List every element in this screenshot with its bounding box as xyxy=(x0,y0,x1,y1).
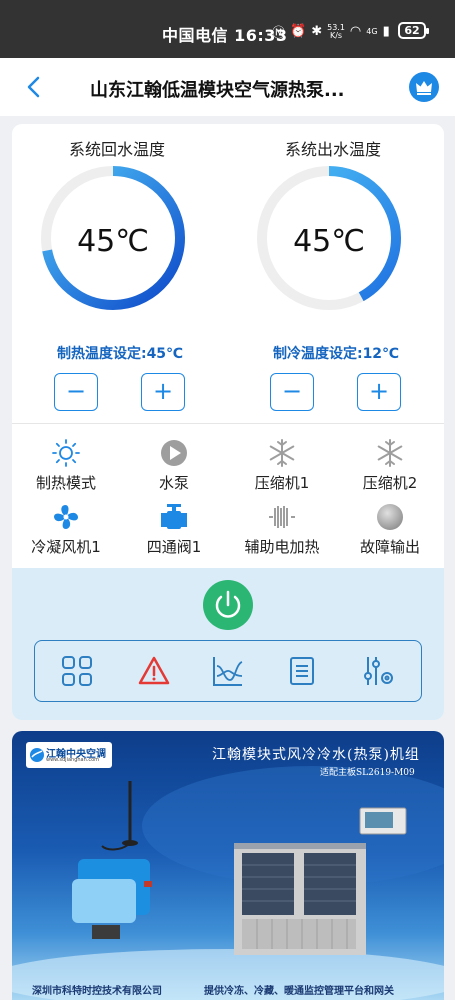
status-heating-mode: 制热模式 xyxy=(12,438,120,493)
status-pump: 水泵 xyxy=(120,438,228,493)
status-label: 压缩机1 xyxy=(254,474,310,492)
snowflake-icon xyxy=(269,439,295,467)
heating-setpoint: 制热温度设定:45℃ xyxy=(56,346,184,362)
tool-grid-button[interactable] xyxy=(60,654,94,688)
grid-icon xyxy=(62,656,92,686)
net-speed: 53.1 K/s xyxy=(327,23,345,40)
status-label: 冷凝风机1 xyxy=(31,538,101,556)
curve-chart-icon xyxy=(213,657,243,686)
snowflake-icon xyxy=(377,439,403,467)
cooling-decrease-button[interactable]: − xyxy=(270,373,314,411)
page-title: 山东江翰低温模块空气源热泵... xyxy=(90,80,345,101)
crown-icon xyxy=(416,81,432,95)
status-label: 辅助电加热 xyxy=(244,538,320,556)
nav-bar: 山东江翰低温模块空气源热泵... xyxy=(0,58,455,116)
signal-icon: ▮ xyxy=(382,24,390,39)
status-label: 故障输出 xyxy=(359,538,420,556)
battery-icon: 62 xyxy=(398,22,429,39)
tool-curve-button[interactable] xyxy=(211,654,245,688)
divider xyxy=(12,423,444,424)
valve-icon xyxy=(161,504,187,529)
power-icon xyxy=(215,590,241,618)
banner-subheading: 适配主板SL2619-M09 xyxy=(320,768,415,778)
back-button[interactable] xyxy=(22,74,46,100)
supply-water-value: 45℃ xyxy=(293,224,365,259)
signal-label: 4G xyxy=(366,27,378,36)
status-label: 水泵 xyxy=(158,474,189,492)
sun-icon xyxy=(52,439,80,467)
status-label: 四通阀1 xyxy=(146,538,202,556)
heater-icon xyxy=(269,506,295,528)
status-fault-output: 故障输出 xyxy=(336,502,444,557)
settings-sliders-icon xyxy=(364,657,393,685)
vip-button[interactable] xyxy=(409,72,439,102)
net-speed-unit: K/s xyxy=(329,30,343,40)
alarm-icon: ⏰ xyxy=(290,24,307,39)
cooling-setpoint: 制冷温度设定:12℃ xyxy=(272,346,400,362)
list-icon xyxy=(290,657,314,685)
nfc-icon: Ⓝ xyxy=(272,26,286,41)
banner-heading: 江翰模块式风冷冷水(热泵)机组 xyxy=(212,747,420,763)
banner-footer-service: 提供冷冻、冷藏、暖通监控管理平台和网关 xyxy=(204,986,394,997)
battery-level: 62 xyxy=(404,24,420,37)
status-condenser-fan: 冷凝风机1 xyxy=(12,502,120,557)
main-card: 系统回水温度 45℃ 制热温度设定:45℃ − + 系统出水温度 45℃ 制冷温… xyxy=(12,124,444,720)
status-label: 制热模式 xyxy=(35,474,96,492)
status-label: 压缩机2 xyxy=(362,474,418,492)
wifi-icon: ◠ xyxy=(349,24,362,39)
heating-increase-button[interactable]: + xyxy=(141,373,185,411)
fault-dot-icon xyxy=(377,504,403,530)
status-four-way-valve: 四通阀1 xyxy=(120,502,228,557)
status-icons: Ⓝ ⏰ ✱ 53.1 K/s ◠ 4G ▮ xyxy=(272,22,390,41)
fan-icon xyxy=(54,505,78,529)
status-aux-heater: 辅助电加热 xyxy=(228,502,336,557)
return-water-title: 系统回水温度 xyxy=(69,140,166,159)
tool-settings-button[interactable] xyxy=(361,654,395,688)
chevron-left-icon xyxy=(27,76,40,98)
banner-logo: 江翰中央空调 www.sdjianghan.com xyxy=(26,742,112,768)
cooling-increase-button[interactable]: + xyxy=(357,373,401,411)
tool-list-button[interactable] xyxy=(285,654,319,688)
heating-decrease-button[interactable]: − xyxy=(54,373,98,411)
logo-site: www.sdjianghan.com xyxy=(46,757,100,763)
status-bar: 中国电信 16:33 Ⓝ ⏰ ✱ 53.1 K/s ◠ 4G ▮ 62 xyxy=(0,0,455,58)
warning-icon xyxy=(138,656,170,685)
bluetooth-icon: ✱ xyxy=(311,24,323,39)
return-water-value: 45℃ xyxy=(77,224,149,259)
carrier-time: 中国电信 16:33 xyxy=(162,26,288,45)
power-button[interactable] xyxy=(203,580,253,630)
control-area xyxy=(12,568,444,720)
product-banner[interactable]: 江翰中央空调 www.sdjianghan.com 江翰模块式风冷冷水(热泵)机… xyxy=(12,731,444,1000)
supply-water-title: 系统出水温度 xyxy=(285,140,382,159)
status-compressor-2: 压缩机2 xyxy=(336,438,444,493)
tool-alarm-button[interactable] xyxy=(137,654,171,688)
company-logo-icon xyxy=(30,748,44,762)
pump-icon xyxy=(161,440,187,466)
banner-footer-company: 深圳市科特时控技术有限公司 xyxy=(32,986,162,997)
status-compressor-1: 压缩机1 xyxy=(228,438,336,493)
function-toolbar xyxy=(34,640,422,702)
